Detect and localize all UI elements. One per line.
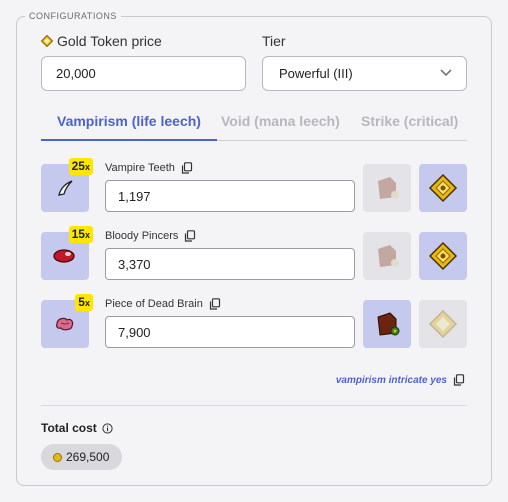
backpack-icon bbox=[377, 312, 400, 336]
gold-token-price-input[interactable]: 20,000 bbox=[41, 56, 246, 91]
total-cost-label: Total cost bbox=[41, 421, 97, 435]
item-name-row: Piece of Dead Brain bbox=[105, 298, 221, 310]
gold-token-label: Gold Token price bbox=[57, 33, 162, 49]
tier-select-value: Powerful (III) bbox=[279, 66, 353, 81]
item-name-row: Vampire Teeth bbox=[105, 162, 193, 174]
total-cost-pill: 269,500 bbox=[41, 444, 122, 470]
gold-token-icon bbox=[428, 241, 458, 271]
gold-token-label-row: Gold Token price bbox=[41, 33, 162, 49]
summary-copy-row[interactable]: vampirism intricate yes bbox=[336, 374, 465, 386]
copy-icon[interactable] bbox=[209, 298, 221, 310]
buy-gold-token-button[interactable] bbox=[419, 300, 467, 348]
item-name-row: Bloody Pincers bbox=[105, 230, 196, 242]
backpack-icon bbox=[378, 245, 399, 267]
item-price-input[interactable]: 7,900 bbox=[105, 316, 355, 348]
tab-vampirism[interactable]: Vampirism (life leech) bbox=[57, 113, 201, 129]
tier-label: Tier bbox=[262, 33, 286, 49]
item-name: Bloody Pincers bbox=[105, 230, 179, 242]
total-cost-value: 269,500 bbox=[66, 450, 110, 464]
gold-token-icon bbox=[428, 173, 458, 203]
item-name: Piece of Dead Brain bbox=[105, 298, 203, 310]
buy-gold-token-button[interactable] bbox=[419, 232, 467, 280]
vampire-teeth-icon: 25x bbox=[41, 158, 93, 212]
copy-icon[interactable] bbox=[181, 162, 193, 174]
buy-creature-product-button[interactable] bbox=[363, 232, 411, 280]
backpack-icon bbox=[378, 177, 399, 199]
item-name: Vampire Teeth bbox=[105, 162, 175, 174]
divider bbox=[41, 405, 467, 406]
gold-token-icon bbox=[428, 309, 458, 339]
buy-gold-token-button[interactable] bbox=[419, 164, 467, 212]
item-price-input[interactable]: 1,197 bbox=[105, 180, 355, 212]
buy-creature-product-button[interactable] bbox=[363, 300, 411, 348]
section-legend: CONFIGURATIONS bbox=[25, 11, 121, 22]
buy-creature-product-button[interactable] bbox=[363, 164, 411, 212]
summary-text: vampirism intricate yes bbox=[335, 374, 447, 386]
total-cost-label-row: Total cost bbox=[41, 421, 113, 435]
gold-token-icon bbox=[41, 35, 53, 47]
chevron-down-icon bbox=[440, 69, 452, 77]
dead-brain-icon: 5x bbox=[41, 294, 93, 348]
info-icon[interactable] bbox=[102, 422, 113, 434]
bloody-pincers-icon: 15x bbox=[41, 226, 93, 280]
active-tab-indicator bbox=[41, 139, 217, 141]
item-price-input[interactable]: 3,370 bbox=[105, 248, 355, 280]
tab-void[interactable]: Void (mana leech) bbox=[221, 113, 340, 129]
tier-select[interactable]: Powerful (III) bbox=[262, 56, 467, 91]
imbuement-tabs: Vampirism (life leech) Void (mana leech)… bbox=[41, 113, 467, 141]
copy-icon[interactable] bbox=[453, 374, 465, 386]
quantity-badge: 5x bbox=[75, 294, 93, 311]
quantity-badge: 25x bbox=[68, 158, 93, 175]
gold-coin-icon bbox=[53, 452, 62, 462]
copy-icon[interactable] bbox=[184, 230, 196, 242]
configurations-panel: CONFIGURATIONS Gold Token price 20,000 T… bbox=[16, 11, 492, 486]
quantity-badge: 15x bbox=[68, 226, 93, 243]
tab-strike[interactable]: Strike (critical) bbox=[361, 113, 458, 129]
